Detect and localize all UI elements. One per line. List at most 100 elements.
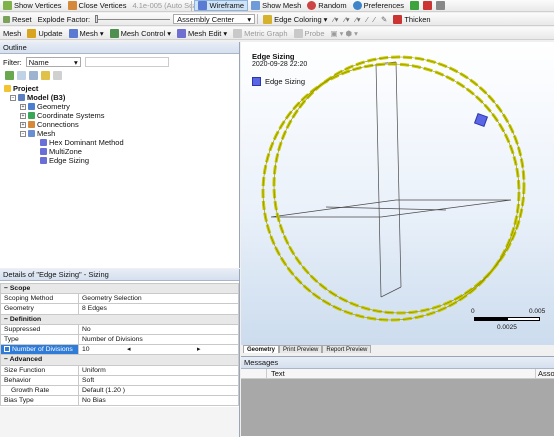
group-advanced[interactable]: − Advanced [0,354,239,366]
toggle-icon [410,1,420,10]
tree-item-model[interactable]: − Model (B3) [10,93,65,102]
mesh-icon [28,130,35,137]
group-toggle-icon: − [4,356,8,364]
tab-report-preview[interactable]: Report Preview [322,345,372,353]
assembly-center-select[interactable]: Assembly Center ▾ [173,14,256,24]
toolbar-row-1: Show Vertices Close Vertices 4.1e-005 (A… [0,0,554,12]
tree-item-project[interactable]: Project [4,84,38,93]
tree-item-edge-sizing[interactable]: Edge Sizing [40,156,89,165]
random-icon [307,1,317,10]
expand-icon[interactable] [5,71,14,80]
row-suppressed[interactable]: Suppressed No [0,323,239,335]
expand-toggle-icon[interactable]: + [20,103,26,110]
details-title: Details of "Edge Sizing" - Sizing [3,270,109,279]
col-text[interactable]: Text [267,369,536,378]
collapse-toggle-icon[interactable]: − [10,94,16,101]
mesh-control-icon [109,28,119,38]
metric-graph-button[interactable]: Metric Graph [230,27,290,39]
mesh-control-button[interactable]: Mesh Control ▾ [107,27,174,39]
edge-tool-1-icon: ⁄▾ [333,14,339,24]
tab-print-preview[interactable]: Print Preview [279,345,323,353]
group-scope[interactable]: − Scope [0,282,239,295]
filter-select[interactable]: Name ▾ [25,57,81,67]
connections-icon [28,121,35,128]
edge-coloring-dropdown[interactable]: Edge Coloring ▾ [260,13,330,25]
group-toggle-icon: − [4,285,8,293]
tree-item-multizone[interactable]: MultiZone [40,147,82,156]
tool-icon [436,1,446,10]
increment-icon[interactable]: ▸ [197,346,200,353]
project-icon [4,85,11,92]
row-size-function[interactable]: Size Function Uniform [0,364,239,376]
expand-toggle-icon[interactable]: + [20,112,26,119]
number-of-divisions-input[interactable]: 10 ◂ ▸ [78,344,239,356]
row-type[interactable]: Type Number of Divisions [0,333,239,346]
wireframe-model[interactable] [241,42,554,345]
toolbar-row-3: Mesh Update Mesh ▾ Mesh Control ▾ Mesh Edi… [0,27,554,40]
row-scoping-method[interactable]: Scoping Method Geometry Selection [0,293,239,305]
tree-item-geometry[interactable]: + Geometry [20,102,70,111]
tree-item-coordinate-systems[interactable]: + Coordinate Systems [20,111,105,120]
group-toggle-icon: − [4,315,8,323]
edge-tool-2-icon: ⁄▾ [344,14,350,24]
decrement-icon[interactable]: ◂ [127,346,130,353]
probe-button[interactable]: Probe [291,27,328,39]
mesh-edit-button[interactable]: Mesh Edit ▾ [174,27,230,39]
model-icon [18,94,25,101]
graphics-viewport[interactable]: Edge Sizing 2020-09-28 22:20 Edge Sizing… [241,42,554,345]
col-association[interactable]: Asso [536,369,554,378]
update-button[interactable]: Update [24,27,65,39]
multizone-icon [40,148,47,155]
messages-panel: Messages Text Asso [241,356,554,437]
details-table: − Scope Scoping Method Geometry Selection… [0,282,239,407]
close-vertices-button[interactable]: Close Vertices [65,0,130,11]
tree-item-hex-dominant[interactable]: Hex Dominant Method [40,138,124,147]
more-icons[interactable] [407,0,448,11]
thicken-icon [393,14,403,24]
edge-coloring-icon [263,14,273,24]
row-geometry[interactable]: Geometry 8 Edges [0,303,239,315]
tree-icon[interactable] [29,71,38,80]
row-number-of-divisions[interactable]: Number of Divisions 10 ◂ ▸ [0,344,239,356]
collapse-icon[interactable] [17,71,26,80]
chevron-down-icon: ▾ [247,14,252,24]
row-behavior[interactable]: Behavior Soft [0,374,239,386]
selected-vertex-marker[interactable] [473,112,489,128]
filter-input[interactable] [84,57,169,67]
reset-icon [3,15,10,23]
thicken-button[interactable]: Thicken [390,13,433,25]
expand-toggle-icon[interactable]: + [20,121,26,128]
folder-icon[interactable] [41,71,50,80]
mesh-menu-button[interactable]: Mesh ▾ [66,27,107,39]
edge-sizing-edges [261,55,526,322]
tab-geometry[interactable]: Geometry [243,345,280,353]
row-growth-rate[interactable]: Growth Rate Default (1.20 ) [0,384,239,397]
collapse-toggle-icon[interactable]: − [20,130,26,137]
tree-item-connections[interactable]: + Connections [20,120,79,129]
toolbar-row-2: Reset Explode Factor: Assembly Center ▾ E… [0,13,554,26]
extra-tools[interactable]: ▣ ▾ ⬢ ▾ [328,27,361,39]
edge-tools[interactable]: ⁄▾ ⁄▾ ⁄▾ ⁄ ⁄ ✎ [330,13,390,25]
slider-thumb[interactable] [95,15,99,23]
wireframe-button[interactable]: Wireframe [194,0,249,11]
row-bias-type[interactable]: Bias Type No Bias [0,395,239,407]
reset-button[interactable]: Reset [0,13,35,25]
show-mesh-button[interactable]: Show Mesh [248,0,304,11]
random-button[interactable]: Random [304,0,349,11]
options-icon[interactable] [53,71,62,80]
coordinate-icon [28,112,35,119]
edge-tool-4-icon: ⁄ [366,14,368,24]
show-vertices-button[interactable]: Show Vertices [0,0,65,11]
filter-label: Filter: [3,57,22,67]
scale-field[interactable]: 4.1e-005 (Auto Scale) [129,0,205,11]
preferences-button[interactable]: Preferences [350,0,407,11]
mesh-icon [251,1,261,10]
tree-item-mesh[interactable]: − Mesh [20,129,55,138]
details-panel: Details of "Edge Sizing" - Sizing − Scop… [0,269,240,437]
chevron-down-icon: ▾ [323,14,328,24]
metric-graph-icon [233,28,243,38]
checkbox-icon[interactable] [4,346,10,353]
group-definition[interactable]: − Definition [0,313,239,325]
geometry-icon [28,103,35,110]
explode-slider[interactable] [93,13,173,25]
